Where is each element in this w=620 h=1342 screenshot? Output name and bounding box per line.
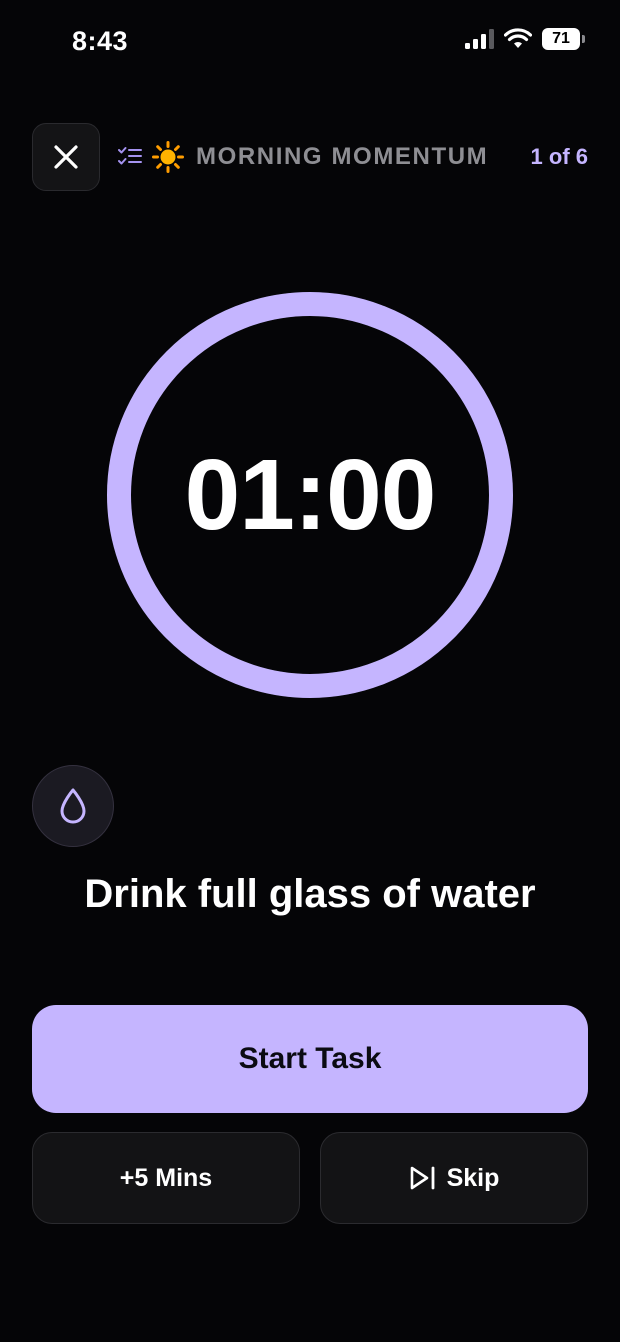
cellular-signal-icon xyxy=(465,29,494,49)
start-task-button[interactable]: Start Task xyxy=(32,1005,588,1113)
water-drop-icon xyxy=(60,788,86,824)
wifi-icon xyxy=(504,28,532,48)
skip-forward-icon xyxy=(410,1166,434,1190)
skip-label: Skip xyxy=(446,1163,500,1192)
status-indicators: 71 xyxy=(464,28,585,50)
routine-title: MORNING MOMENTUM xyxy=(196,143,489,170)
timer-display: 01:00 xyxy=(184,438,437,551)
battery-icon: 71 xyxy=(542,28,585,50)
skip-button[interactable]: Skip xyxy=(320,1132,588,1224)
timer-ring: 01:00 xyxy=(107,292,513,698)
add-five-minutes-button[interactable]: +5 Mins xyxy=(32,1132,300,1224)
checklist-icon xyxy=(118,147,142,165)
status-time: 8:43 xyxy=(72,26,129,56)
routine-header: MORNING MOMENTUM 1 of 6 xyxy=(32,123,588,191)
close-icon xyxy=(54,145,78,169)
status-bar: 8:43 71 xyxy=(0,0,620,80)
step-counter: 1 of 6 xyxy=(530,144,588,169)
task-title: Drink full glass of water xyxy=(84,872,536,916)
task-icon-badge xyxy=(32,765,114,847)
sun-icon xyxy=(152,141,184,173)
battery-level: 71 xyxy=(552,30,570,47)
add-time-label: +5 Mins xyxy=(119,1163,213,1192)
close-button[interactable] xyxy=(32,123,100,191)
